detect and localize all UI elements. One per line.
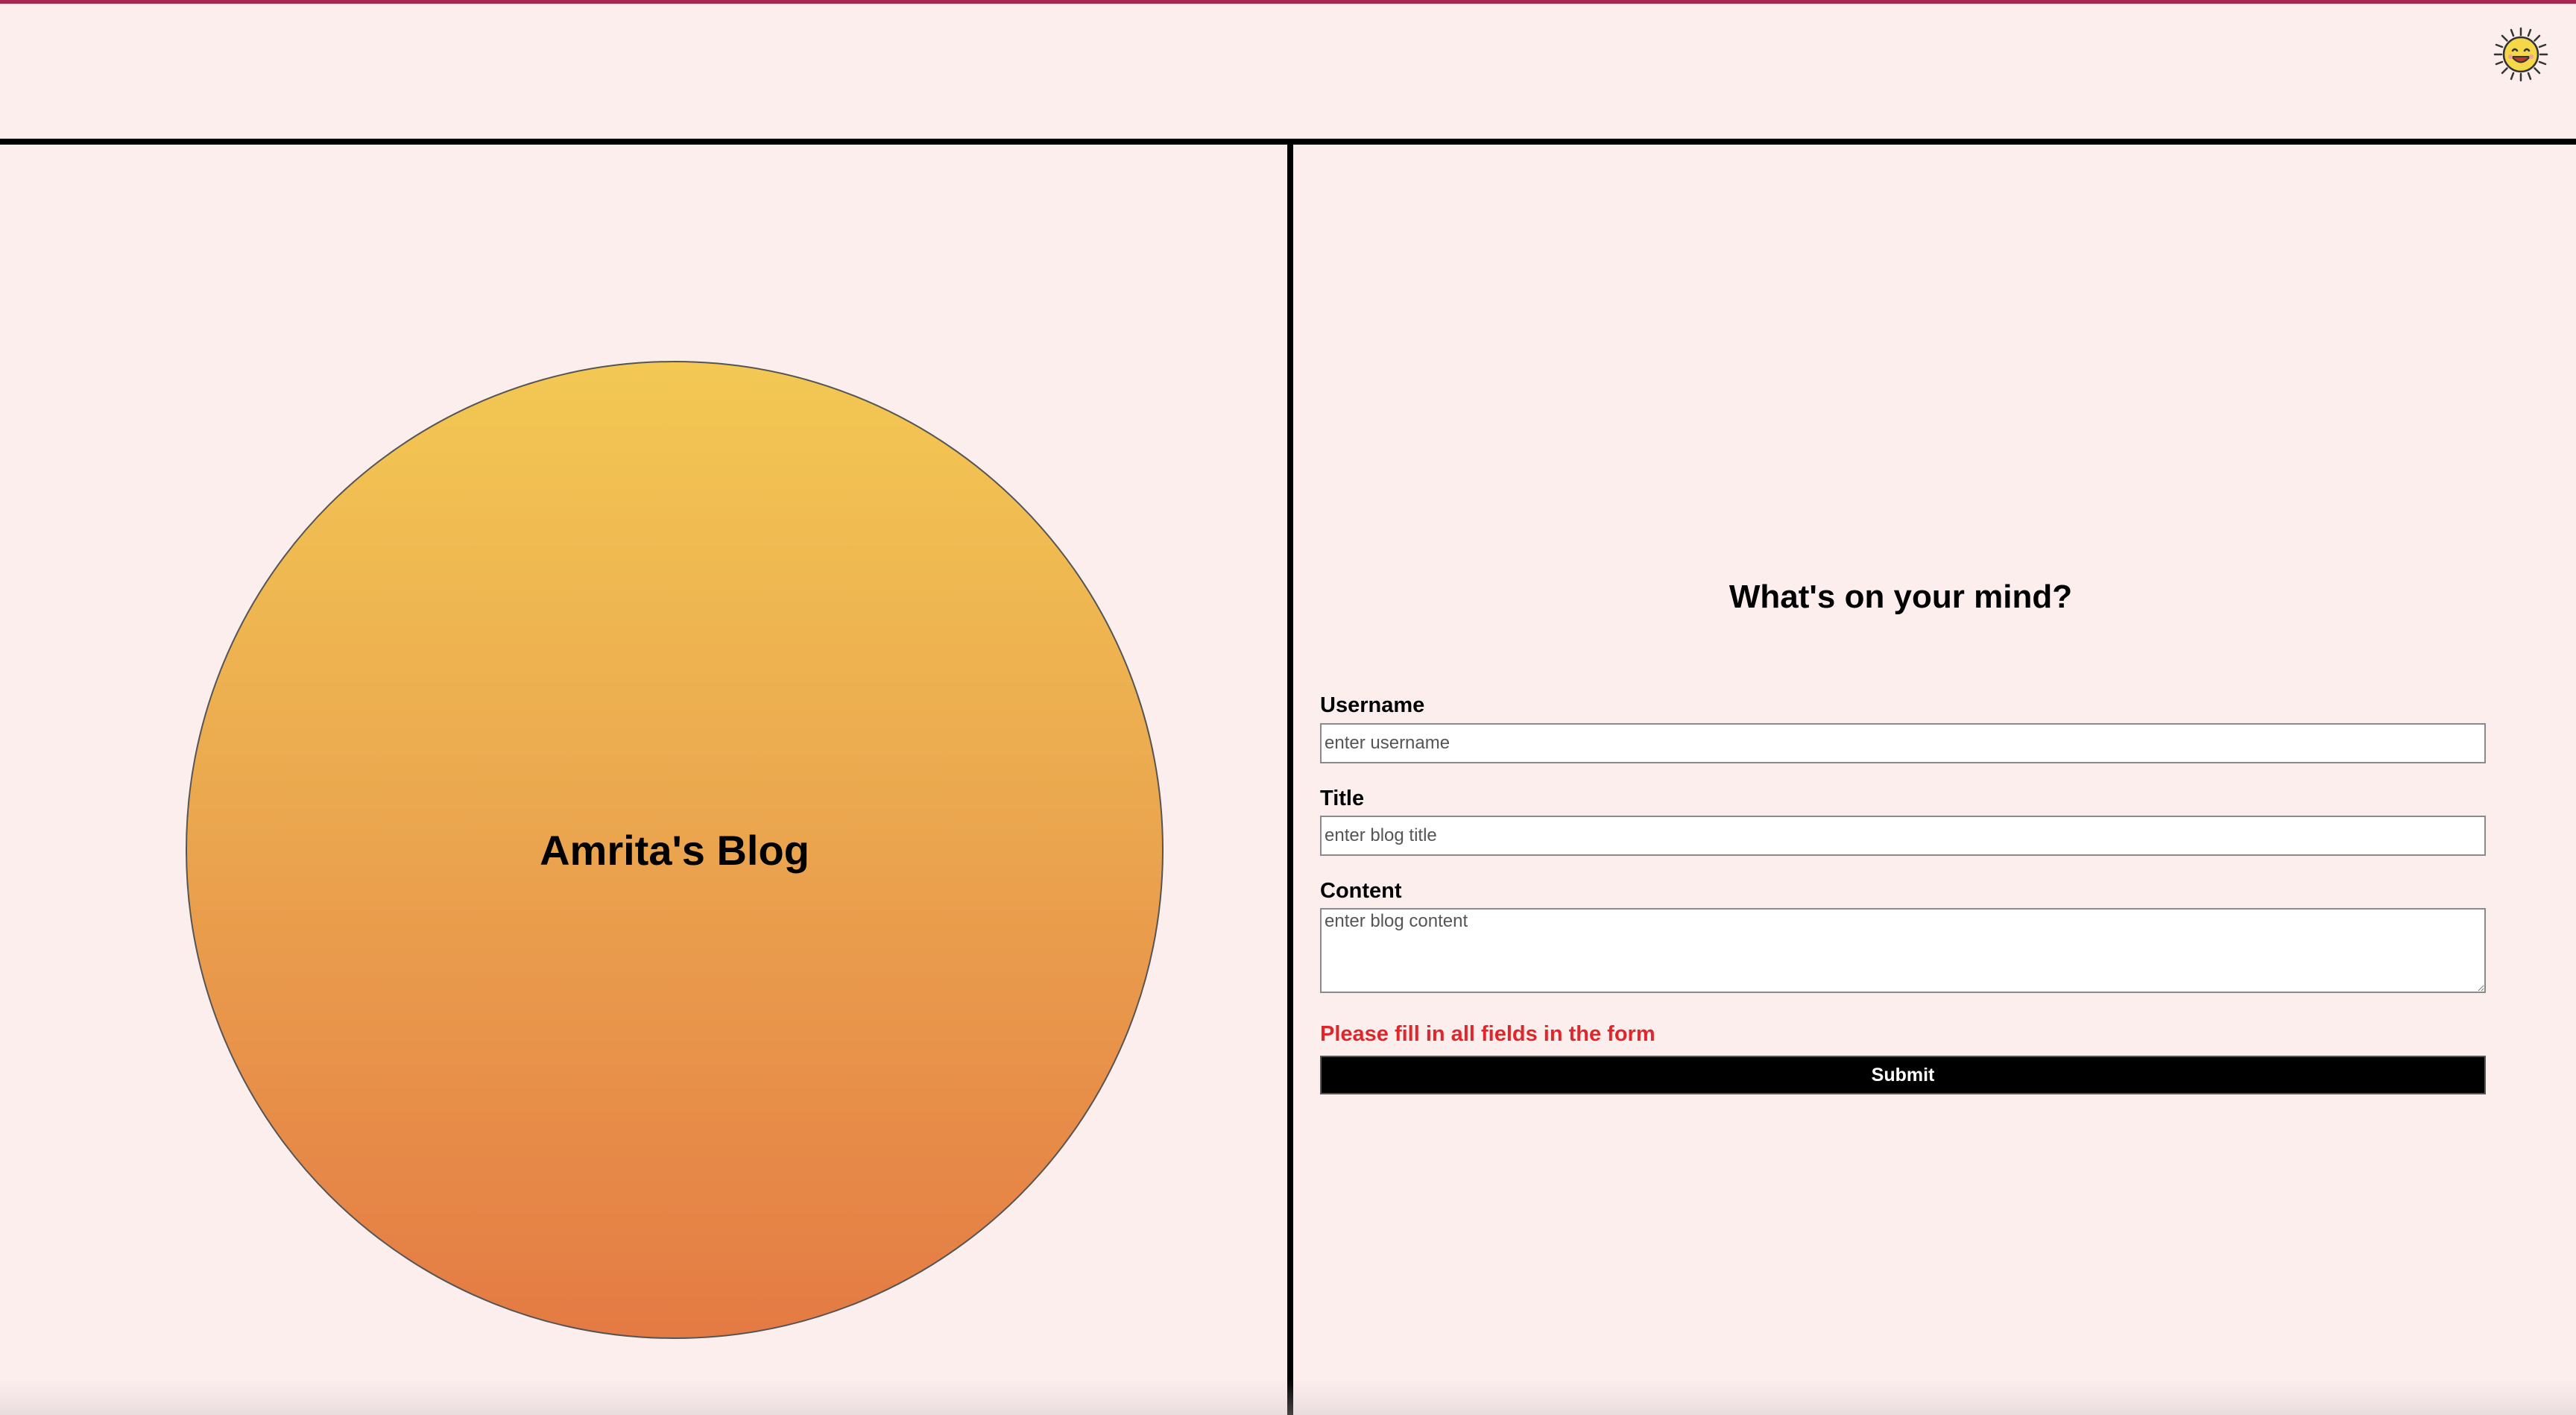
blog-page: Amrita's Blog What's on your mind? Usern… — [0, 0, 2576, 1415]
post-form-pane: What's on your mind? Username Title Cont… — [1293, 145, 2576, 1415]
submit-button[interactable]: Submit — [1320, 1056, 2486, 1094]
content-textarea[interactable] — [1320, 908, 2486, 993]
sun-emoji-icon — [2493, 27, 2548, 82]
username-input[interactable] — [1320, 723, 2486, 763]
form-error-message: Please fill in all fields in the form — [1320, 1022, 1655, 1046]
pane-divider — [1287, 139, 1293, 1415]
hero-pane: Amrita's Blog — [0, 145, 1287, 1415]
title-label: Title — [1320, 787, 1365, 810]
username-label: Username — [1320, 693, 1425, 717]
title-input[interactable] — [1320, 816, 2486, 856]
theme-toggle-button[interactable] — [2493, 26, 2549, 83]
header — [0, 4, 2576, 139]
blog-logo-circle: Amrita's Blog — [186, 361, 1164, 1339]
blog-title: Amrita's Blog — [540, 826, 809, 874]
form-heading: What's on your mind? — [1729, 579, 2073, 615]
content-label: Content — [1320, 879, 1402, 903]
